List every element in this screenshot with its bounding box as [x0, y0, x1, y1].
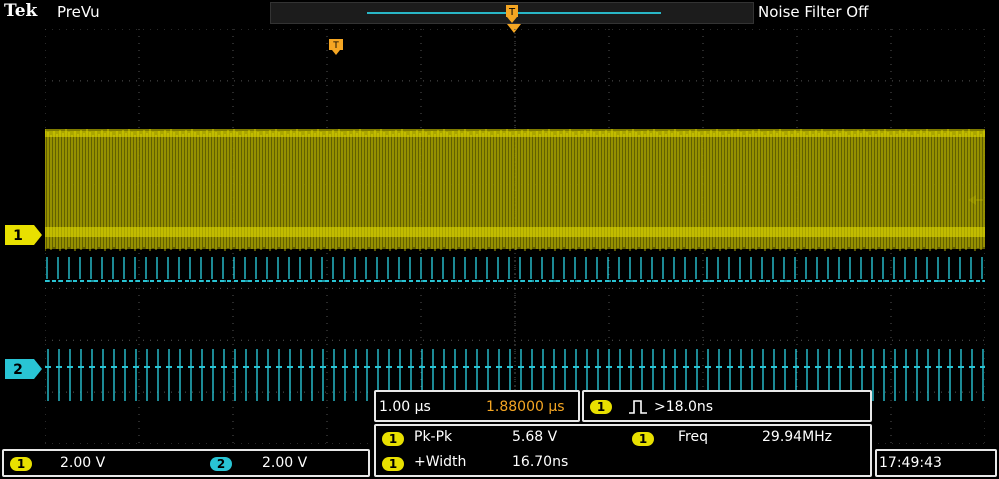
timebase-position: 1.88000 µs [486, 399, 565, 415]
ch1-scale: 2.00 V [60, 455, 106, 471]
ch1-badge[interactable]: 1 [10, 457, 32, 471]
meas2-label: Freq [678, 429, 708, 445]
meas3-label: +Width [414, 454, 467, 470]
meas3-channel-badge: 1 [382, 457, 404, 471]
trigger-source-badge: 1 [590, 400, 612, 414]
timebase-panel[interactable]: 1.00 µs 1.88000 µs [374, 390, 580, 422]
ch1-marker-label: 1 [13, 228, 23, 244]
meas1-value: 5.68 V [512, 429, 558, 445]
brand-logo: Tek [4, 1, 38, 21]
meas2-channel-badge: 1 [632, 432, 654, 446]
trigger-position-icon[interactable]: T [503, 3, 523, 25]
trigger-condition: >18.0ns [654, 399, 714, 415]
trigger-panel[interactable]: 1 >18.0ns [582, 390, 872, 422]
channel-scale-panel[interactable]: 1 2.00 V 2 2.00 V [2, 449, 370, 477]
ch2-badge[interactable]: 2 [210, 457, 232, 471]
noise-filter-status: Noise Filter Off [758, 3, 869, 21]
pulse-width-icon [629, 400, 647, 414]
measurements-panel[interactable]: 1 Pk-Pk 5.68 V 1 Freq 29.94MHz 1 +Width … [374, 424, 872, 477]
meas1-label: Pk-Pk [414, 429, 453, 445]
timebase-scale: 1.00 µs [379, 399, 431, 415]
ch1-ground-marker[interactable]: 1 [4, 224, 44, 246]
meas1-channel-badge: 1 [382, 432, 404, 446]
clock-panel: 17:49:43 [875, 449, 997, 477]
acquisition-mode: PreVu [57, 3, 100, 21]
ch2-marker-label: 2 [13, 362, 23, 378]
meas3-value: 16.70ns [512, 454, 569, 470]
clock: 17:49:43 [879, 455, 942, 471]
meas2-value: 29.94MHz [762, 429, 833, 445]
graticule [45, 29, 985, 444]
svg-text:T: T [508, 7, 516, 18]
ch2-ground-marker[interactable]: 2 [4, 358, 44, 380]
record-view-bar[interactable]: T [270, 2, 754, 24]
ch2-scale: 2.00 V [262, 455, 308, 471]
waveform-display[interactable] [45, 29, 985, 444]
